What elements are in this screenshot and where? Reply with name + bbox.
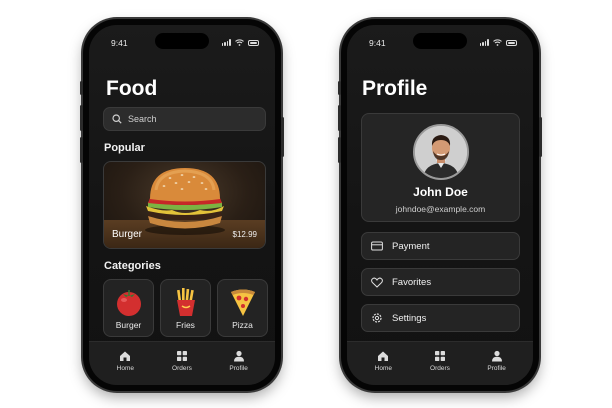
- popular-heading: Popular: [104, 142, 145, 154]
- volume-down-button: [80, 137, 83, 163]
- tab-label: Profile: [487, 365, 506, 372]
- signal-icon: [479, 39, 489, 46]
- profile-name: John Doe: [413, 185, 468, 199]
- gear-icon: [372, 313, 382, 323]
- menu-item-settings[interactable]: Settings: [361, 304, 520, 332]
- status-time: 9:41: [369, 38, 386, 48]
- menu-item-favorites[interactable]: Favorites: [361, 268, 520, 296]
- volume-up-button: [80, 105, 83, 131]
- card-icon: [371, 241, 383, 251]
- profile-screen: 9:41 Profile John Doe johndoe@example.co…: [347, 25, 533, 385]
- search-placeholder: Search: [128, 114, 157, 124]
- search-icon: [112, 114, 122, 124]
- page-title: Food: [106, 77, 158, 100]
- menu-item-payment[interactable]: Payment: [361, 232, 520, 260]
- categories-heading: Categories: [104, 260, 161, 272]
- home-icon: [378, 351, 389, 361]
- categories-list: Burger Fries Pizza: [103, 279, 268, 337]
- category-pizza[interactable]: Pizza: [217, 279, 268, 337]
- wifi-icon: [493, 39, 502, 46]
- menu-item-label: Payment: [392, 240, 430, 252]
- category-label: Fries: [176, 320, 195, 330]
- tomato-icon: [116, 290, 141, 316]
- tab-profile[interactable]: Profile: [217, 350, 261, 372]
- person-icon: [233, 350, 244, 362]
- popular-item-name: Burger: [112, 229, 143, 240]
- person-icon: [491, 350, 502, 362]
- grid-icon: [176, 351, 187, 361]
- battery-icon: [248, 39, 259, 46]
- avatar[interactable]: [412, 124, 469, 180]
- pizza-icon: [230, 289, 255, 316]
- mute-switch: [338, 81, 341, 95]
- menu-item-label: Favorites: [392, 276, 432, 288]
- tab-bar: Home Orders Profile: [89, 341, 275, 385]
- search-input[interactable]: Search: [103, 107, 266, 131]
- volume-up-button: [338, 105, 341, 131]
- wifi-icon: [235, 39, 244, 46]
- tab-bar: Home Orders Profile: [347, 341, 533, 385]
- tab-label: Orders: [172, 365, 192, 372]
- food-screen: 9:41 Food Search Popular Burger $12.99 C…: [89, 25, 275, 385]
- tab-orders[interactable]: Orders: [160, 350, 204, 372]
- profile-email: johndoe@example.com: [395, 204, 486, 214]
- side-button: [539, 117, 542, 157]
- volume-down-button: [338, 137, 341, 163]
- category-label: Burger: [115, 320, 142, 330]
- tab-label: Home: [374, 365, 392, 372]
- tab-label: Orders: [430, 365, 450, 372]
- profile-phone: 9:41 Profile John Doe johndoe@example.co…: [338, 19, 542, 391]
- menu-item-label: Settings: [392, 312, 427, 324]
- avatar-photo: [414, 126, 467, 178]
- signal-icon: [221, 39, 231, 46]
- tab-label: Profile: [229, 365, 248, 372]
- status-bar: 9:41: [111, 37, 259, 49]
- tab-label: Home: [116, 365, 134, 372]
- grid-icon: [434, 351, 445, 361]
- tab-orders[interactable]: Orders: [418, 350, 462, 372]
- heart-icon: [371, 277, 383, 288]
- side-button: [281, 117, 284, 157]
- battery-icon: [506, 39, 517, 46]
- home-icon: [120, 351, 131, 361]
- status-time: 9:41: [111, 38, 128, 48]
- category-burger[interactable]: Burger: [103, 279, 154, 337]
- mute-switch: [80, 81, 83, 95]
- category-label: Pizza: [232, 320, 253, 330]
- tab-profile[interactable]: Profile: [475, 350, 519, 372]
- tab-home[interactable]: Home: [103, 350, 147, 372]
- popular-item-price: $12.99: [232, 230, 257, 239]
- profile-card: John Doe johndoe@example.com: [361, 113, 520, 222]
- tab-home[interactable]: Home: [361, 350, 405, 372]
- burger-image: [145, 168, 225, 235]
- status-bar: 9:41: [369, 37, 517, 49]
- food-phone: 9:41 Food Search Popular Burger $12.99 C…: [80, 19, 284, 391]
- popular-item-card[interactable]: Burger $12.99: [103, 161, 266, 249]
- page-title: Profile: [362, 77, 428, 100]
- fries-icon: [176, 288, 195, 316]
- category-fries[interactable]: Fries: [160, 279, 211, 337]
